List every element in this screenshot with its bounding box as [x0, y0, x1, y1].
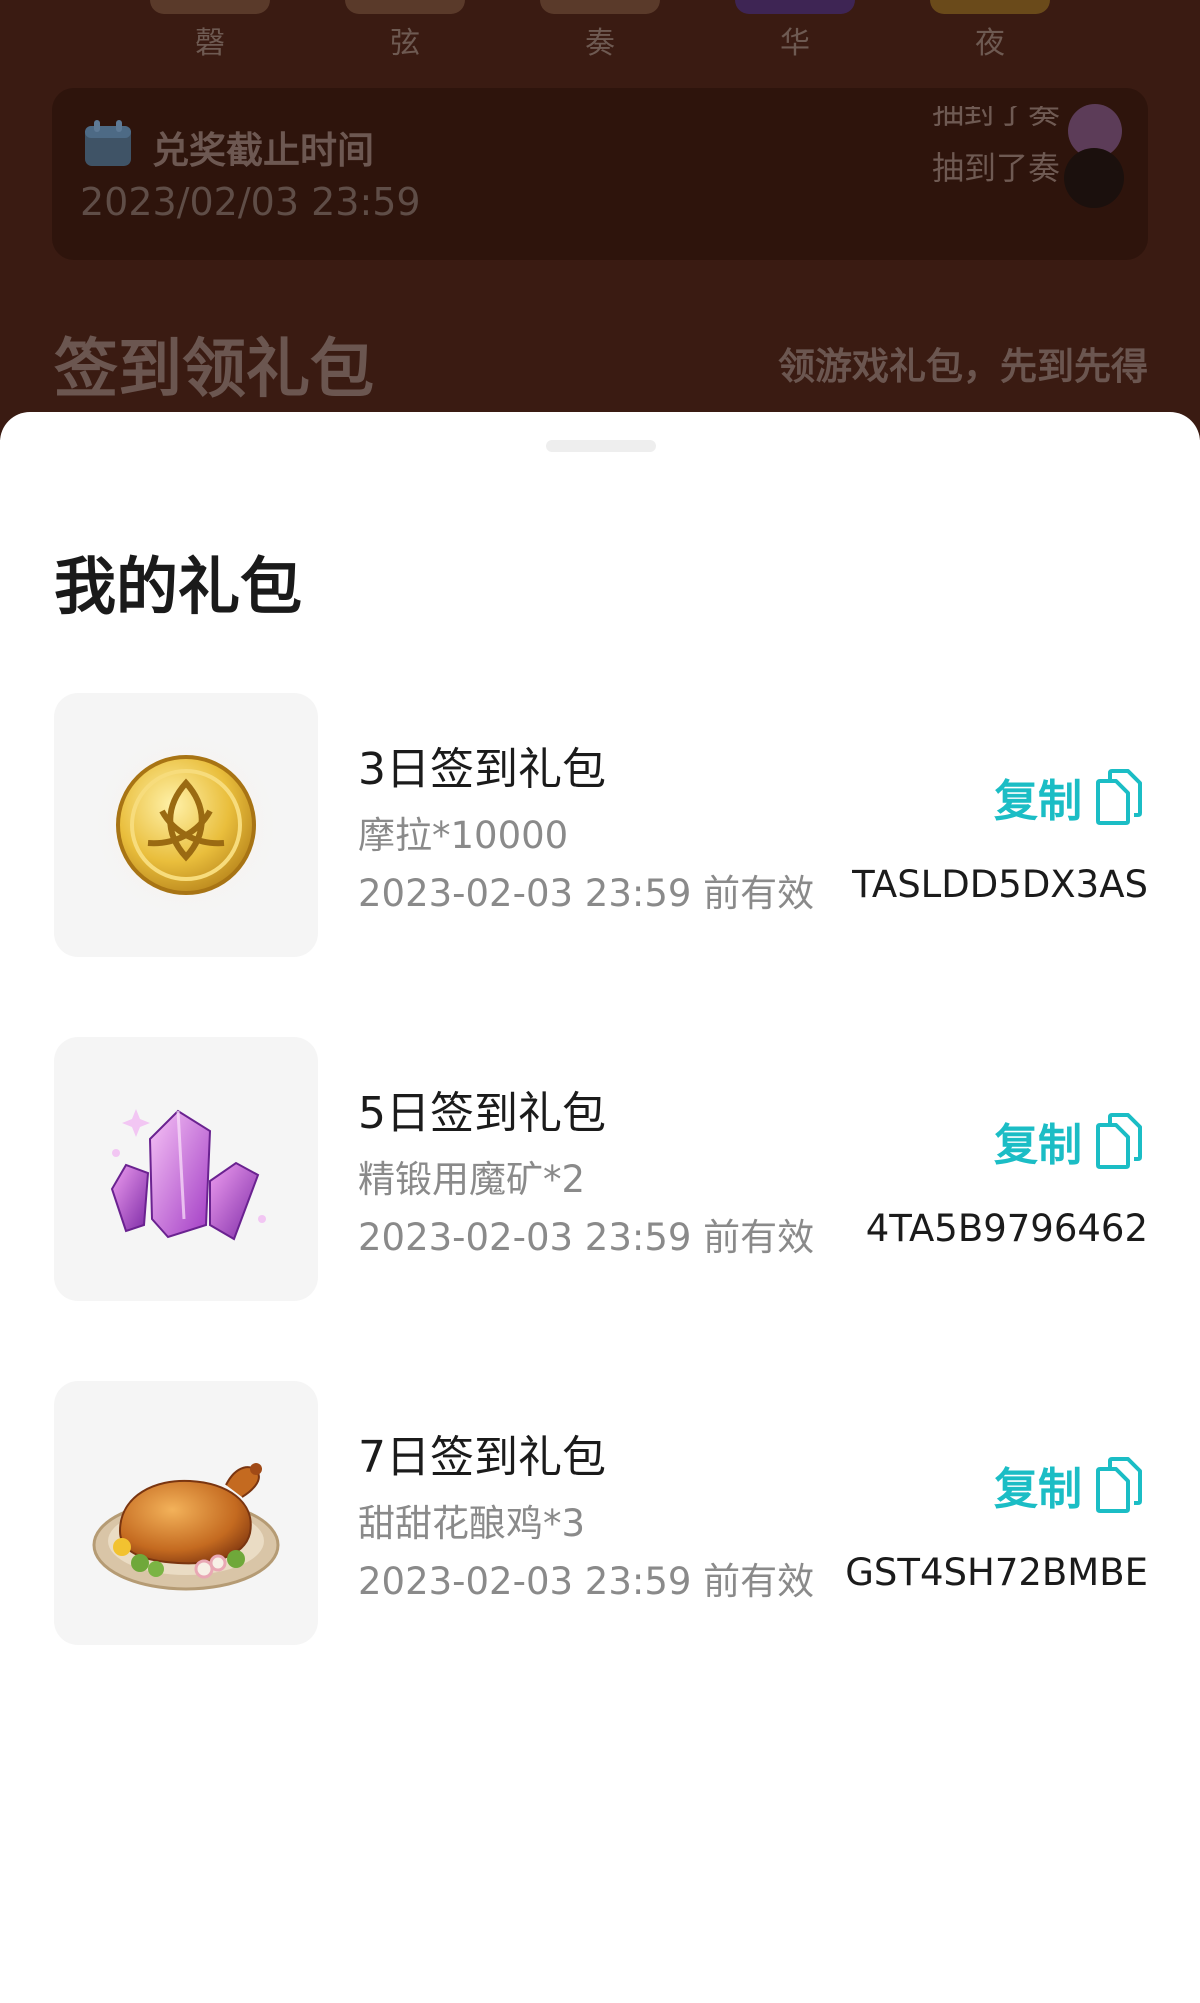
tab-character-4: 华 — [735, 0, 855, 62]
gift-image — [54, 1037, 318, 1301]
character-avatar — [345, 0, 465, 14]
page: 磬 弦 奏 华 夜 兑奖截止时间 2023/02/03 23:59 抽封了奏 抽… — [0, 0, 1200, 2003]
character-avatar — [150, 0, 270, 14]
tab-label: 弦 — [390, 26, 420, 61]
gift-content: 摩拉*10000 — [358, 814, 569, 857]
gift-image — [54, 1381, 318, 1645]
tab-label: 奏 — [585, 26, 615, 61]
gift-name: 5日签到礼包 — [358, 1088, 606, 1139]
tab-character-2: 弦 — [345, 0, 465, 62]
gift-image — [54, 693, 318, 957]
character-tabs: 磬 弦 奏 华 夜 — [150, 0, 1050, 62]
calendar-icon — [82, 118, 134, 170]
character-avatar — [540, 0, 660, 14]
gift-name: 3日签到礼包 — [358, 744, 606, 795]
copy-button[interactable]: 复制 — [994, 1457, 1142, 1515]
roast-chicken-icon — [92, 1463, 280, 1591]
gift-expiry: 2023-02-03 23:59 前有效 — [358, 872, 815, 915]
deadline-card: 兑奖截止时间 2023/02/03 23:59 抽封了奏 抽到了奏 — [52, 88, 1148, 260]
gift-code: TASLDD5DX3AS — [852, 863, 1148, 906]
tab-character-1: 磬 — [150, 0, 270, 62]
tab-label: 磬 — [195, 26, 225, 61]
copy-icon — [1094, 769, 1142, 825]
deadline-value: 2023/02/03 23:59 — [80, 180, 421, 224]
copy-label: 复制 — [994, 1464, 1082, 1515]
tab-label: 华 — [780, 26, 810, 61]
copy-button[interactable]: 复制 — [994, 769, 1142, 827]
gift-content: 精锻用魔矿*2 — [358, 1158, 586, 1201]
copy-icon — [1094, 1457, 1142, 1513]
tab-character-5: 夜 — [930, 0, 1050, 62]
background-page: 磬 弦 奏 华 夜 兑奖截止时间 2023/02/03 23:59 抽封了奏 抽… — [0, 0, 1200, 440]
copy-label: 复制 — [994, 776, 1082, 827]
mora-coin-icon — [90, 729, 282, 921]
tab-label: 夜 — [975, 26, 1005, 61]
copy-button[interactable]: 复制 — [994, 1113, 1142, 1171]
gift-expiry: 2023-02-03 23:59 前有效 — [358, 1216, 815, 1259]
mystic-ore-icon — [110, 1109, 266, 1241]
gift-item: 5日签到礼包 精锻用魔矿*2 2023-02-03 23:59 前有效 4TA5… — [0, 1037, 1200, 1301]
character-avatar — [735, 0, 855, 14]
gift-name: 7日签到礼包 — [358, 1432, 606, 1483]
signin-section-title: 签到领礼包 — [54, 333, 374, 407]
my-gifts-sheet: 我的礼包 3日签到礼包 摩拉*10000 2023-02-03 23:59 前有… — [0, 412, 1200, 1760]
deadline-label: 兑奖截止时间 — [152, 129, 374, 172]
gift-item: 7日签到礼包 甜甜花酿鸡*3 2023-02-03 23:59 前有效 GST4… — [0, 1381, 1200, 1645]
sheet-drag-handle[interactable] — [546, 440, 656, 452]
gift-item: 3日签到礼包 摩拉*10000 2023-02-03 23:59 前有效 TAS… — [0, 693, 1200, 957]
character-avatar — [930, 0, 1050, 14]
avatar — [1064, 148, 1124, 208]
tab-character-3: 奏 — [540, 0, 660, 62]
gift-expiry: 2023-02-03 23:59 前有效 — [358, 1560, 815, 1603]
signin-section-subtitle: 领游戏礼包，先到先得 — [778, 345, 1148, 388]
gift-code: 4TA5B9796462 — [865, 1207, 1148, 1250]
copy-icon — [1094, 1113, 1142, 1169]
sheet-title: 我的礼包 — [54, 550, 303, 623]
gift-content: 甜甜花酿鸡*3 — [358, 1502, 586, 1545]
copy-label: 复制 — [994, 1120, 1082, 1171]
gift-code: GST4SH72BMBE — [845, 1551, 1148, 1594]
